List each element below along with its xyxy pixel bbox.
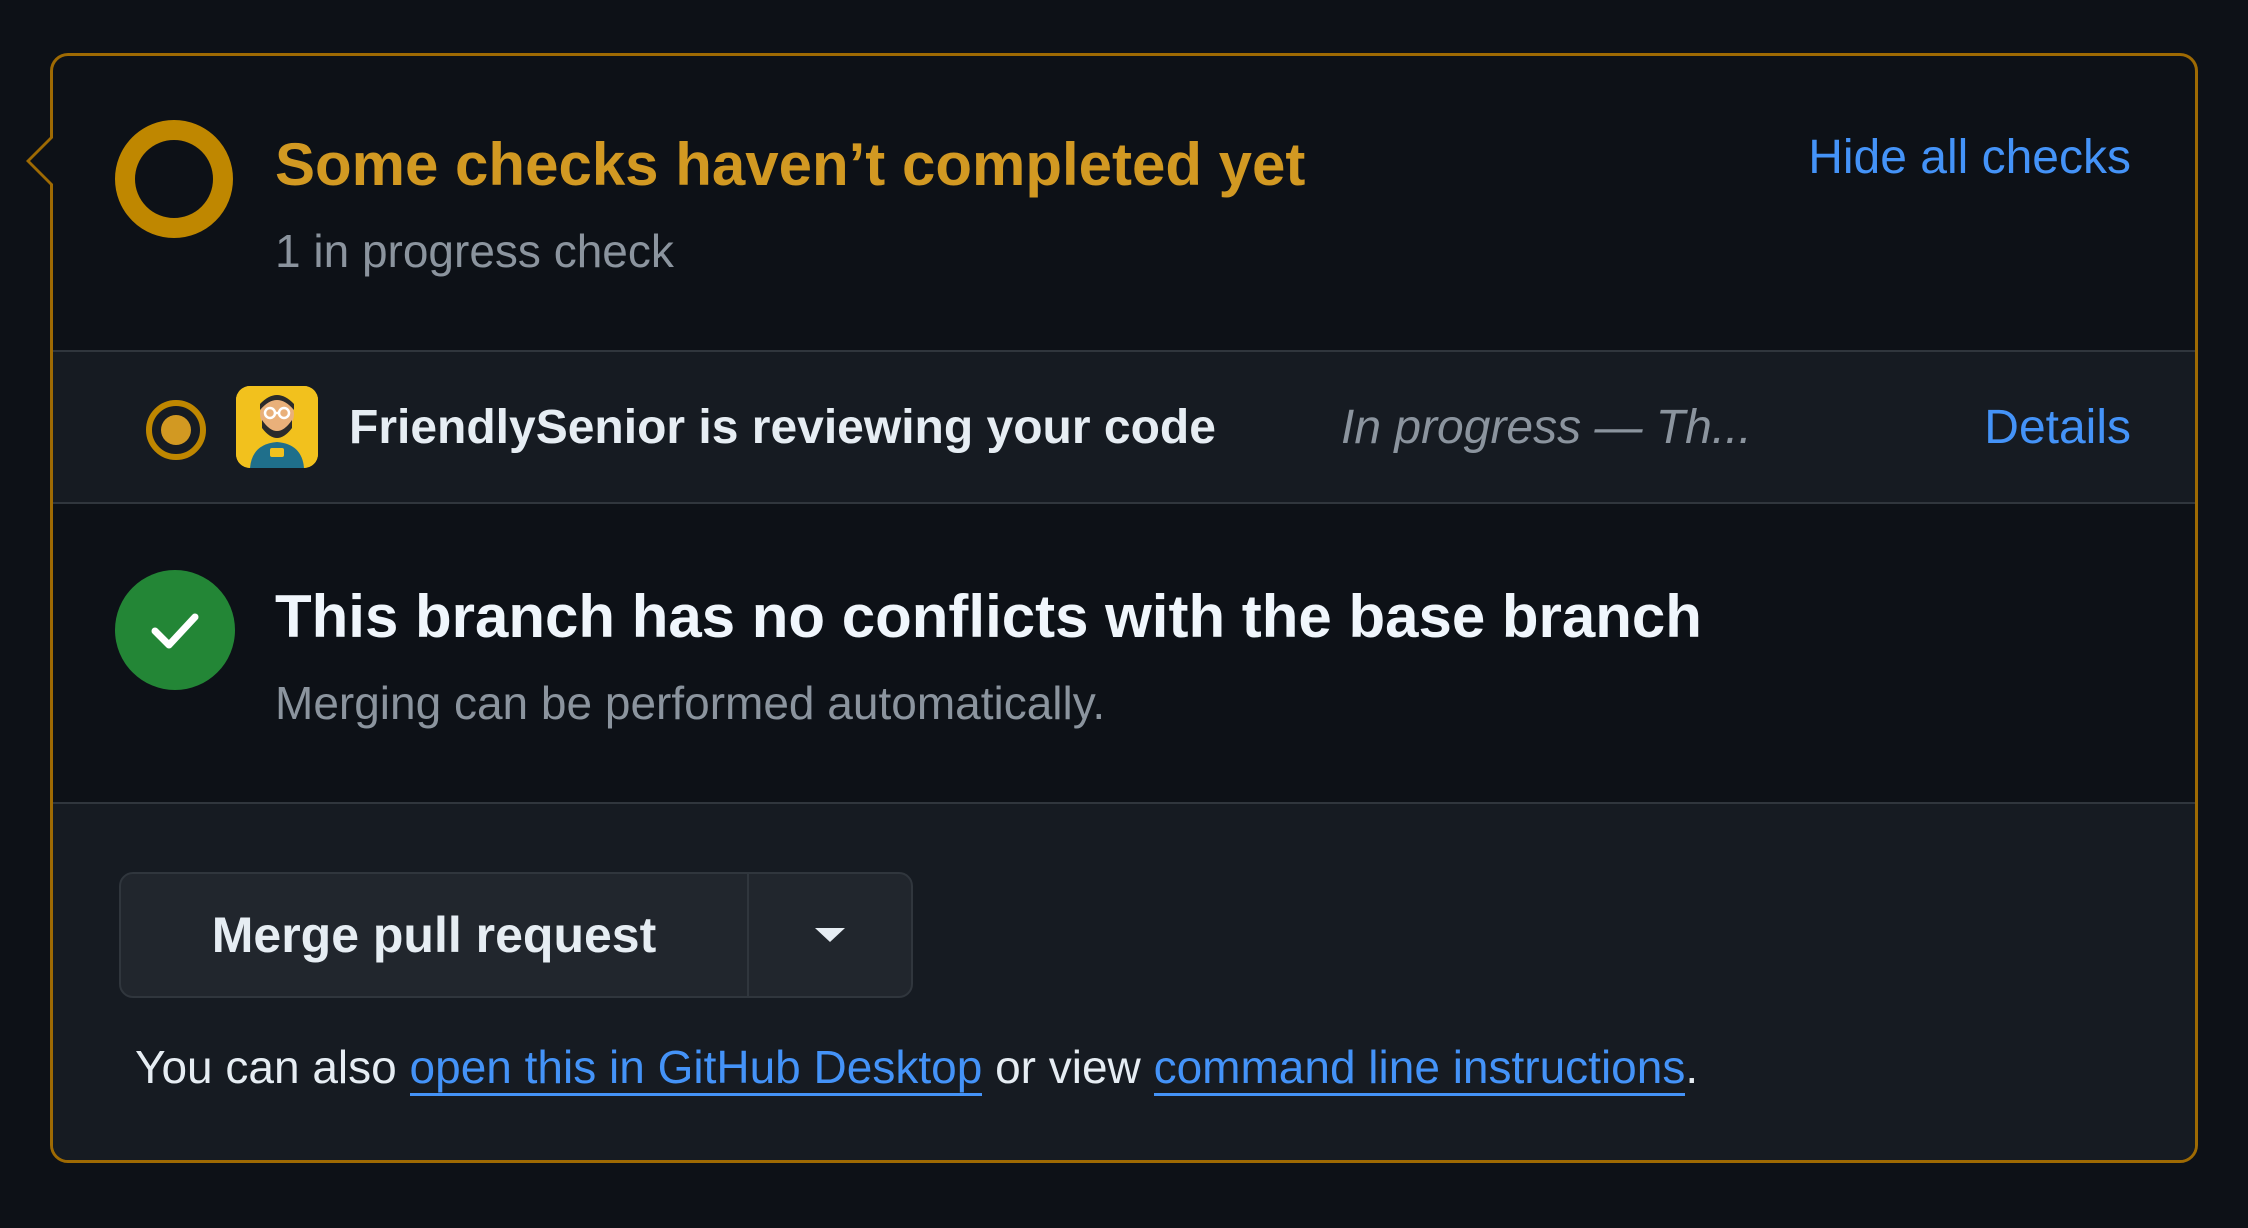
merge-box: Some checks haven’t completed yet 1 in p… bbox=[26, 53, 2198, 1163]
conflicts-title: This branch has no conflicts with the ba… bbox=[275, 583, 1702, 650]
pending-status-icon bbox=[115, 120, 233, 238]
triangle-down-icon bbox=[815, 928, 845, 942]
note-prefix: You can also bbox=[135, 1041, 410, 1093]
checks-subtitle: 1 in progress check bbox=[275, 225, 674, 277]
details-link[interactable]: Details bbox=[1984, 400, 2131, 455]
command-line-instructions-link[interactable]: command line instructions bbox=[1153, 1041, 1686, 1096]
note-suffix: . bbox=[1685, 1041, 1699, 1093]
open-in-desktop-link[interactable]: open this in GitHub Desktop bbox=[409, 1041, 983, 1096]
conflicts-summary: This branch has no conflicts with the ba… bbox=[53, 504, 2195, 804]
merge-actions: Merge pull request You can also open thi… bbox=[53, 804, 2195, 1160]
check-status: In progress — Th... bbox=[1341, 401, 1752, 454]
timeline-pointer bbox=[26, 134, 53, 188]
merge-options-dropdown[interactable] bbox=[749, 874, 911, 996]
checks-summary: Some checks haven’t completed yet 1 in p… bbox=[53, 56, 2195, 352]
merge-pull-request-button[interactable]: Merge pull request bbox=[121, 874, 749, 996]
conflicts-subtitle: Merging can be performed automatically. bbox=[275, 677, 1106, 729]
hide-all-checks-link[interactable]: Hide all checks bbox=[1808, 130, 2131, 185]
check-row: FriendlySenior is reviewing your code In… bbox=[53, 352, 2195, 504]
merge-alternatives-note: You can also open this in GitHub Desktop… bbox=[135, 1040, 1699, 1096]
check-name: FriendlySenior is reviewing your code bbox=[349, 401, 1216, 454]
note-middle: or view bbox=[982, 1041, 1154, 1093]
merge-button-group: Merge pull request bbox=[119, 872, 913, 998]
friendlysenior-avatar bbox=[236, 386, 318, 468]
success-status-icon bbox=[115, 570, 235, 690]
pending-dot-icon bbox=[146, 400, 206, 460]
check-icon bbox=[151, 613, 199, 649]
checks-title: Some checks haven’t completed yet bbox=[275, 131, 1306, 198]
